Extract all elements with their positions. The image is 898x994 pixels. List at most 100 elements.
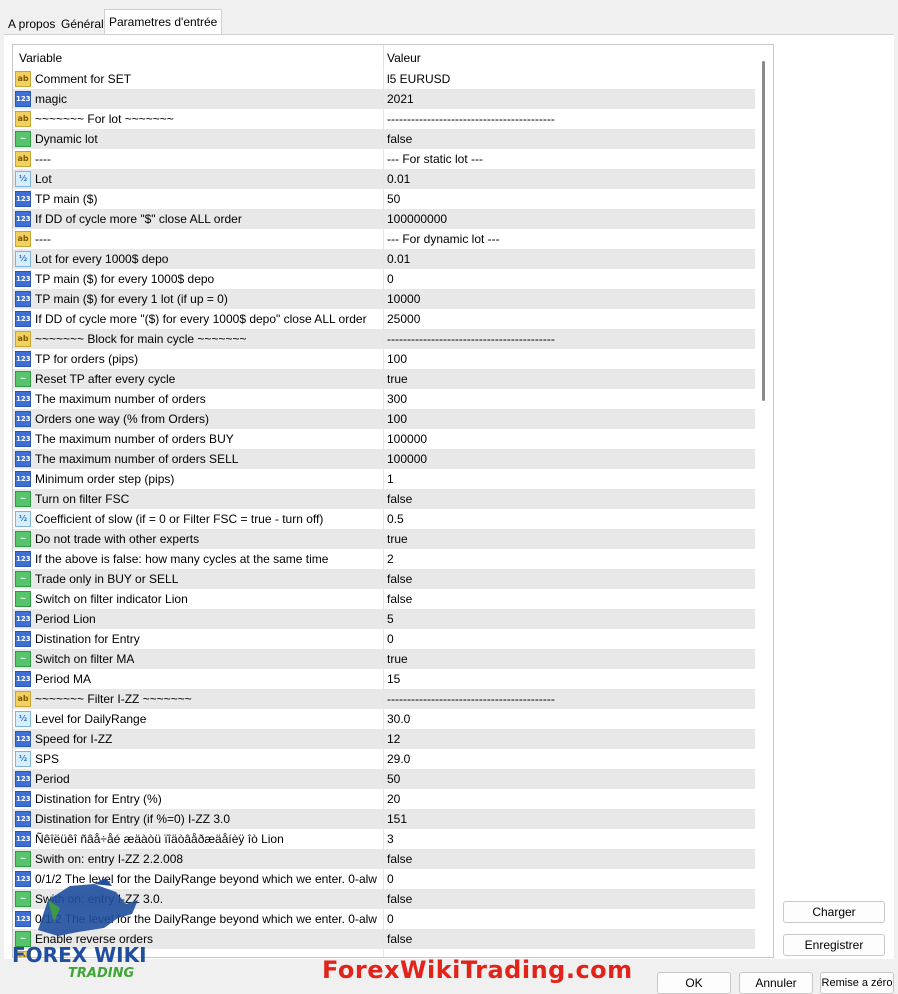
variable-value[interactable]: 0.5 [387, 509, 404, 529]
table-row[interactable]: ab ~~~~~~~ For lot ~~~~~~~ ---------------… [13, 109, 755, 129]
variable-value[interactable]: 2021 [387, 89, 414, 109]
table-row[interactable]: 123 The maximum number of orders BUY 10000… [13, 429, 755, 449]
variable-value[interactable]: 20 [387, 789, 400, 809]
table-row[interactable]: 123 Speed for I-ZZ 12 [13, 729, 755, 749]
variable-value[interactable]: 1 [387, 469, 394, 489]
column-header-variable[interactable]: Variable [19, 51, 62, 65]
variable-value[interactable]: 0.01 [387, 249, 410, 269]
table-row[interactable]: 123 If the above is false: how many cycle… [13, 549, 755, 569]
variable-name: ~~~~~~~ Block for main cycle ~~~~~~~ [35, 332, 247, 346]
table-row[interactable]: 123 TP main ($) 50 [13, 189, 755, 209]
variable-value[interactable]: 100000 [387, 429, 427, 449]
table-row[interactable]: ~ Do not trade with other experts true [13, 529, 755, 549]
variable-value[interactable]: 5 [387, 609, 394, 629]
variable-value[interactable]: --- For static lot --- [387, 149, 483, 169]
remise-a-zero-button[interactable]: Remise a zéro [820, 972, 894, 994]
table-row[interactable]: 123 Period MA 15 [13, 669, 755, 689]
variable-value[interactable]: 0 [387, 909, 394, 929]
variable-value[interactable]: true [387, 369, 408, 389]
variable-value[interactable]: 29.0 [387, 749, 410, 769]
table-row[interactable]: ab Comment for SET l5 EURUSD [13, 69, 755, 89]
charger-button[interactable]: Charger [783, 901, 885, 923]
variable-value[interactable]: false [387, 129, 412, 149]
table-row[interactable]: ~ Trade only in BUY or SELL false [13, 569, 755, 589]
variable-value[interactable]: l5 EURUSD [387, 69, 450, 89]
variable-value[interactable]: 100 [387, 349, 407, 369]
enregistrer-button[interactable]: Enregistrer [783, 934, 885, 956]
table-row[interactable]: 123 Distination for Entry (%) 20 [13, 789, 755, 809]
annuler-button[interactable]: Annuler [739, 972, 813, 994]
table-row[interactable]: ~ Turn on filter FSC false [13, 489, 755, 509]
variable-value[interactable]: 0.01 [387, 169, 410, 189]
variable-value[interactable]: 0 [387, 269, 394, 289]
table-row[interactable]: ab ---- --- For static lot --- [13, 149, 755, 169]
scrollbar-thumb[interactable] [762, 61, 765, 401]
table-row[interactable]: 123 Minimum order step (pips) 1 [13, 469, 755, 489]
table-row[interactable]: ~ Reset TP after every cycle true [13, 369, 755, 389]
tab-a-propos[interactable]: A propos [4, 14, 59, 34]
table-row[interactable]: 123 Distination for Entry 0 [13, 629, 755, 649]
table-row[interactable]: ~ Switch on filter indicator Lion false [13, 589, 755, 609]
table-row[interactable]: ab ~~~~~~~ Block for main cycle ~~~~~~~ --… [13, 329, 755, 349]
variable-value[interactable]: 300 [387, 389, 407, 409]
table-row[interactable]: ½ Coefficient of slow (if = 0 or Filter F… [13, 509, 755, 529]
variable-value[interactable]: true [387, 529, 408, 549]
variable-value[interactable]: true [387, 649, 408, 669]
variable-value[interactable]: 151 [387, 809, 407, 829]
ok-button[interactable]: OK [657, 972, 731, 994]
variable-value[interactable]: 2 [387, 549, 394, 569]
variable-value[interactable]: 100000 [387, 449, 427, 469]
column-header-value[interactable]: Valeur [387, 51, 421, 65]
variable-value[interactable]: 0 [387, 629, 394, 649]
variable-value[interactable]: false [387, 569, 412, 589]
table-row[interactable]: ~ Swith on: entry I-ZZ 2.2.008 false [13, 849, 755, 869]
variable-value[interactable]: ----------------------------------------… [387, 689, 555, 709]
table-row[interactable]: 123 The maximum number of orders SELL 1000… [13, 449, 755, 469]
tab-parametres-entree[interactable]: Parametres d'entrée [104, 9, 223, 36]
variable-value[interactable]: 25000 [387, 309, 420, 329]
table-row[interactable]: 123 TP main ($) for every 1 lot (if up = … [13, 289, 755, 309]
table-row[interactable]: 123 Orders one way (% from Orders) 100 [13, 409, 755, 429]
table-row[interactable]: ab ~~~~~~~ Filter I-ZZ ~~~~~~~ -----------… [13, 689, 755, 709]
variable-value[interactable]: 12 [387, 729, 400, 749]
table-row[interactable]: ½ Lot for every 1000$ depo 0.01 [13, 249, 755, 269]
table-row[interactable]: ab ---- --- For dynamic lot --- [13, 229, 755, 249]
variable-value[interactable]: false [387, 929, 412, 949]
variable-value[interactable]: ----------------------------------------… [387, 329, 555, 349]
table-row[interactable]: 123 Distination for Entry (if %=0) I-ZZ 3… [13, 809, 755, 829]
variable-value[interactable]: 100000000 [387, 209, 447, 229]
table-row[interactable]: ½ Level for DailyRange 30.0 [13, 709, 755, 729]
variable-value[interactable]: false [387, 889, 412, 909]
variable-value[interactable]: 30.0 [387, 709, 410, 729]
variable-value[interactable]: ----------------------------------------… [387, 109, 555, 129]
table-row[interactable]: ½ Lot 0.01 [13, 169, 755, 189]
table-row[interactable]: 123 Ñêîëüêî ñâå÷åé æäàòü ïîäòâåðæäåíèÿ îò… [13, 829, 755, 849]
variable-value[interactable]: false [387, 489, 412, 509]
table-row[interactable]: ~ Switch on filter MA true [13, 649, 755, 669]
table-row[interactable]: 123 TP for orders (pips) 100 [13, 349, 755, 369]
variable-value[interactable]: false [387, 849, 412, 869]
table-row[interactable]: ~ Dynamic lot false [13, 129, 755, 149]
table-row[interactable]: 123 TP main ($) for every 1000$ depo 0 [13, 269, 755, 289]
integer-type-icon: 123 [15, 191, 31, 207]
variable-value[interactable]: 10000 [387, 289, 420, 309]
table-row[interactable]: 123 The maximum number of orders 300 [13, 389, 755, 409]
variable-value[interactable]: 15 [387, 669, 400, 689]
variable-value[interactable]: --- For dynamic lot --- [387, 229, 500, 249]
table-row[interactable]: 123 If DD of cycle more "($) for every 10… [13, 309, 755, 329]
variable-name: TP main ($) [35, 192, 98, 206]
variable-value[interactable]: 3 [387, 829, 394, 849]
table-row[interactable]: 123 magic 2021 [13, 89, 755, 109]
table-row[interactable]: 123 Period Lion 5 [13, 609, 755, 629]
variable-value[interactable]: 50 [387, 769, 400, 789]
table-row[interactable]: ½ SPS 29.0 [13, 749, 755, 769]
tab-general[interactable]: Général [57, 14, 108, 34]
vertical-scrollbar[interactable] [756, 45, 772, 957]
variable-value[interactable]: 100 [387, 409, 407, 429]
variable-value[interactable]: false [387, 589, 412, 609]
variable-value[interactable]: 0 [387, 869, 394, 889]
variable-value[interactable]: 50 [387, 189, 400, 209]
table-row[interactable]: 123 If DD of cycle more "$" close ALL ord… [13, 209, 755, 229]
watermark-text: ForexWikiTrading.com [322, 956, 633, 984]
table-row[interactable]: 123 Period 50 [13, 769, 755, 789]
